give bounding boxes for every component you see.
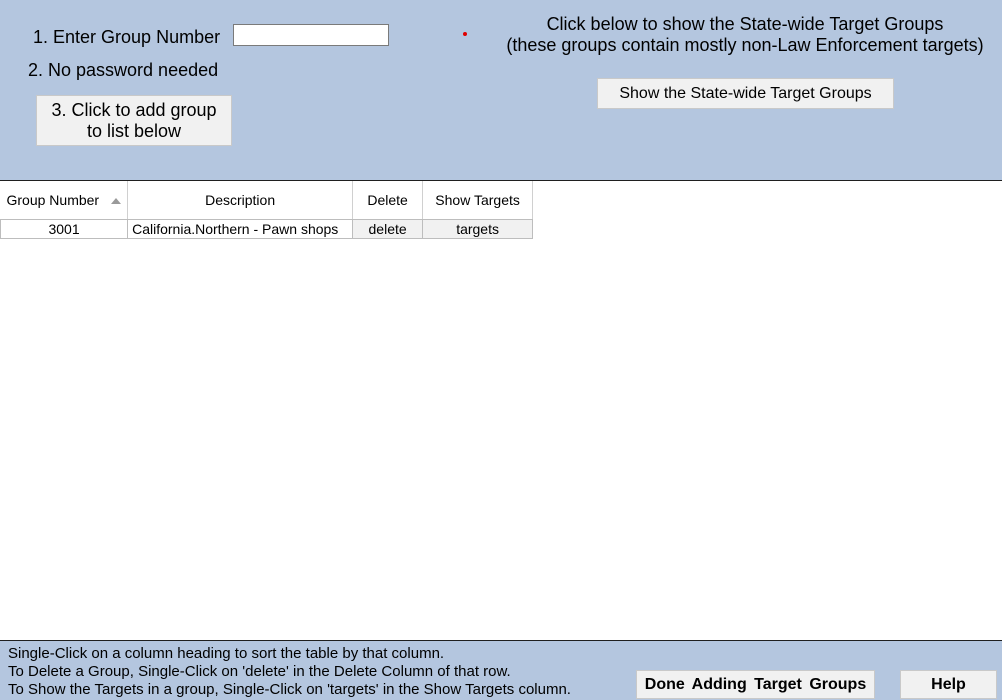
column-header-group-number[interactable]: Group Number — [0, 181, 129, 220]
column-header-delete[interactable]: Delete — [352, 181, 424, 220]
statewide-line2: (these groups contain mostly non-Law Enf… — [506, 35, 984, 55]
step1-label: 1. Enter Group Number — [33, 27, 221, 47]
targets-link[interactable]: targets — [422, 219, 534, 239]
add-group-button[interactable]: 3. Click to add group to list below — [36, 95, 232, 146]
column-header-description[interactable]: Description — [127, 181, 354, 220]
sort-ascending-icon — [111, 198, 122, 205]
cell-description: California.Northern - Pawn shops — [127, 219, 354, 239]
add-group-button-line1: 3. Click to add group — [51, 100, 217, 120]
column-header-show-targets[interactable]: Show Targets — [422, 181, 534, 220]
help-line-targets: To Show the Targets in a group, Single-C… — [8, 681, 571, 698]
top-panel: 1. Enter Group Number 2. No password nee… — [0, 0, 1002, 181]
statewide-line1: Click below to show the State-wide Targe… — [546, 14, 944, 34]
statewide-instructions: Click below to show the State-wide Targe… — [500, 14, 990, 56]
help-button[interactable]: Help — [900, 670, 997, 699]
cell-group-number: 3001 — [0, 219, 129, 239]
done-adding-button[interactable]: Done Adding Target Groups — [636, 670, 875, 699]
show-statewide-groups-button[interactable]: Show the State-wide Target Groups — [597, 78, 894, 109]
help-line-sort: Single-Click on a column heading to sort… — [8, 645, 445, 662]
help-line-delete: To Delete a Group, Single-Click on 'dele… — [8, 663, 511, 680]
delete-link[interactable]: delete — [352, 219, 424, 239]
bottom-panel: Single-Click on a column heading to sort… — [0, 640, 1002, 700]
table-row: 3001 California.Northern - Pawn shops de… — [0, 219, 534, 239]
column-header-group-number-label: Group Number — [6, 192, 100, 208]
step2-label: 2. No password needed — [28, 60, 219, 80]
table-header-row: Group Number Description Delete Show Tar… — [0, 181, 534, 220]
add-group-button-line2: to list below — [86, 121, 182, 141]
target-groups-table: Group Number Description Delete Show Tar… — [0, 181, 534, 239]
red-dot-marker — [463, 32, 467, 36]
help-instructions: Single-Click on a column heading to sort… — [8, 645, 571, 699]
group-number-input[interactable] — [233, 24, 389, 46]
